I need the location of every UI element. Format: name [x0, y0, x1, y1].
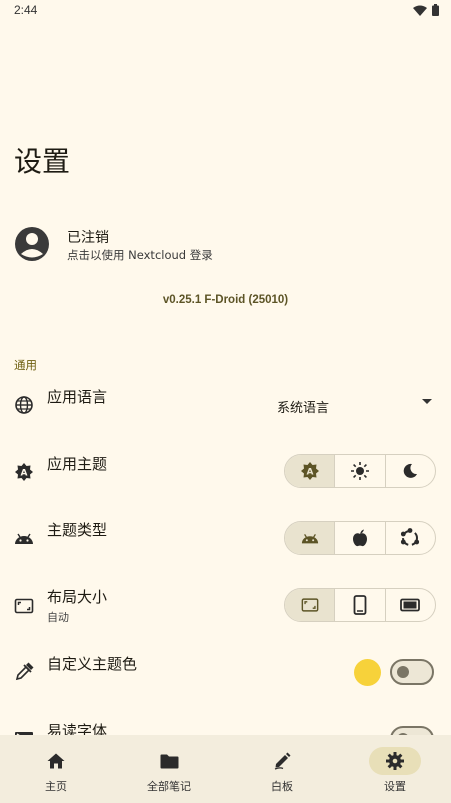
auto-theme-icon: A: [15, 463, 33, 481]
section-header-general: 通用: [14, 358, 37, 372]
chevron-down-icon: [422, 399, 432, 404]
bottom-navigation: 主页 全部笔记 白板 设置: [0, 735, 451, 803]
custom-theme-color-switch[interactable]: [390, 659, 434, 685]
nav-label: 设置: [384, 780, 406, 793]
eyedropper-icon: [15, 662, 34, 681]
svg-text:A: A: [306, 468, 313, 478]
account-name: 已注销: [67, 230, 109, 246]
aspect-ratio-icon: [14, 598, 34, 614]
tablet-icon: [400, 598, 421, 612]
nav-label: 全部笔记: [147, 780, 191, 793]
wifi-icon: [413, 5, 427, 16]
version-label: v0.25.1 F-Droid (25010): [162, 294, 289, 306]
apple-icon: [352, 529, 367, 547]
page-title: 设置: [14, 145, 71, 178]
nav-item-all-notes[interactable]: 全部笔记: [113, 735, 225, 803]
folder-icon: [160, 754, 178, 768]
theme-type-ubuntu-option[interactable]: [386, 522, 435, 554]
layout-size-selector: [284, 588, 436, 622]
theme-color-swatch[interactable]: [354, 659, 381, 686]
layout-size-title: 布局大小: [47, 588, 108, 606]
nav-item-settings[interactable]: 设置: [339, 735, 451, 803]
nav-item-home[interactable]: 主页: [0, 735, 112, 803]
theme-type-title: 主题类型: [47, 521, 108, 539]
gear-icon: [386, 752, 404, 770]
sun-icon: [350, 462, 369, 480]
svg-text:A: A: [21, 469, 28, 479]
layout-auto-option[interactable]: [285, 589, 336, 621]
app-language-title: 应用语言: [47, 388, 108, 406]
app-theme-selector: A: [284, 454, 436, 488]
app-language-dropdown[interactable]: 系统语言: [270, 394, 436, 418]
ubuntu-icon: [401, 528, 420, 546]
status-icons: [413, 4, 439, 16]
nav-item-whiteboard[interactable]: 白板: [226, 735, 338, 803]
moon-icon: [404, 463, 418, 478]
custom-theme-color-title: 自定义主题色: [47, 655, 138, 673]
theme-type-android-option[interactable]: [285, 522, 336, 554]
status-bar: 2:44: [0, 0, 451, 22]
account-row[interactable]: 已注销 点击以使用 Nextcloud 登录: [14, 226, 434, 266]
account-circle-icon: [15, 227, 49, 261]
battery-icon: [432, 4, 439, 16]
app-language-value: 系统语言: [277, 401, 330, 416]
layout-size-subtitle: 自动: [47, 611, 69, 624]
phone-icon: [353, 595, 367, 615]
layout-phone-option[interactable]: [335, 589, 386, 621]
nav-label: 主页: [45, 780, 67, 793]
layout-tablet-option[interactable]: [386, 589, 435, 621]
theme-auto-option[interactable]: A: [285, 455, 336, 487]
android-icon: [301, 534, 318, 544]
theme-dark-option[interactable]: [386, 455, 435, 487]
auto-theme-icon: A: [300, 462, 319, 480]
account-subtitle: 点击以使用 Nextcloud 登录: [67, 248, 213, 262]
android-icon: [15, 533, 33, 544]
globe-icon: [15, 396, 33, 414]
aspect-ratio-icon: [301, 598, 319, 612]
switch-thumb: [397, 666, 409, 678]
theme-type-apple-option[interactable]: [335, 522, 386, 554]
home-icon: [47, 753, 65, 769]
theme-light-option[interactable]: [335, 455, 386, 487]
status-time: 2:44: [14, 3, 38, 17]
theme-type-selector: [284, 521, 436, 555]
app-theme-title: 应用主题: [47, 455, 108, 473]
draw-icon: [274, 752, 291, 770]
nav-label: 白板: [271, 780, 293, 793]
